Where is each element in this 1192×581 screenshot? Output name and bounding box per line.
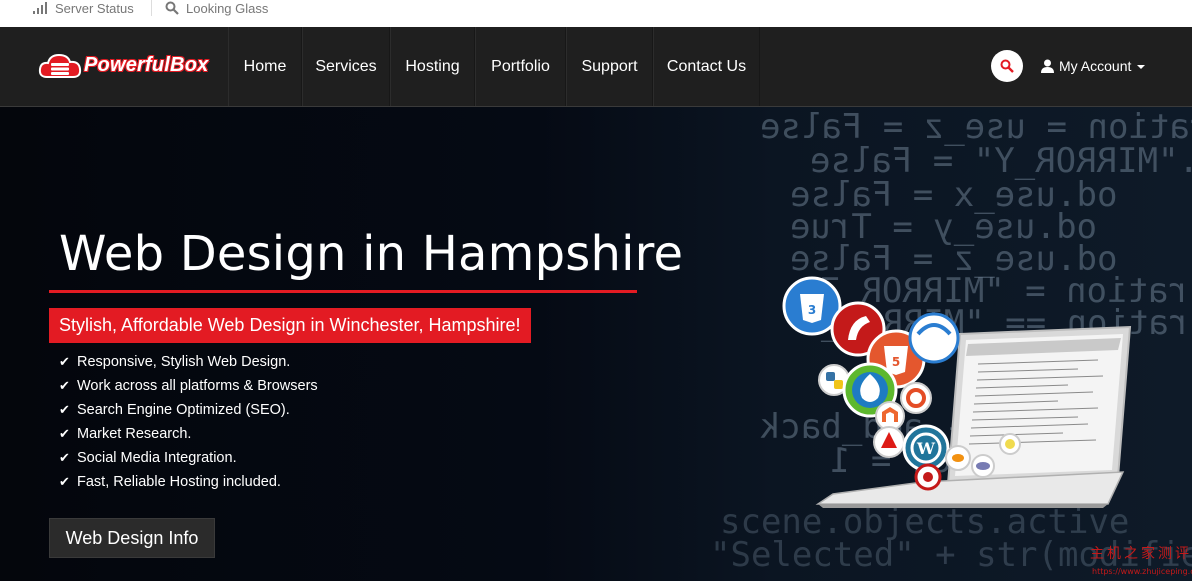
web-design-info-button[interactable]: Web Design Info — [49, 518, 215, 558]
my-account-dropdown[interactable]: My Account — [1041, 56, 1146, 76]
svg-text:5: 5 — [892, 355, 900, 369]
list-item: ✔ Responsive, Stylish Web Design. — [59, 354, 291, 370]
magento-badge-icon — [875, 401, 905, 431]
php-badge-icon — [971, 454, 995, 478]
nav-item-contact-us[interactable]: Contact Us — [653, 27, 760, 106]
hero-banner: ration = use_z = False r."MIRROR_Y" = Fa… — [0, 107, 1192, 581]
server-status-label: Server Status — [55, 0, 134, 16]
brand-name: PowerfulBox — [84, 53, 209, 76]
hero-tagline: Stylish, Affordable Web Design in Winche… — [49, 308, 531, 343]
nav-item-hosting[interactable]: Hosting — [390, 27, 475, 106]
list-item: ✔ Work across all platforms & Browsers — [59, 378, 318, 394]
joomla-badge-icon — [900, 382, 932, 414]
list-item: ✔ Market Research. — [59, 426, 192, 442]
search-icon — [1000, 59, 1014, 73]
primary-nav: Home Services Hosting Portfolio Support … — [228, 27, 760, 106]
check-icon: ✔ — [59, 354, 70, 369]
search-icon — [165, 1, 179, 15]
looking-glass-link[interactable]: Looking Glass — [165, 0, 268, 16]
js-badge-icon — [999, 433, 1021, 455]
check-icon: ✔ — [59, 450, 70, 465]
nav-item-portfolio[interactable]: Portfolio — [475, 27, 566, 106]
sql-badge-icon — [945, 445, 971, 471]
list-item: ✔ Fast, Reliable Hosting included. — [59, 474, 281, 490]
caret-down-icon — [1137, 65, 1146, 69]
svg-text:W: W — [916, 439, 936, 458]
site-watermark: 主机之家测评 — [1090, 546, 1192, 562]
list-item: ✔ Search Engine Optimized (SEO). — [59, 402, 290, 418]
server-status-link[interactable]: Server Status — [33, 0, 134, 16]
angular-badge-icon — [873, 426, 905, 458]
check-icon: ✔ — [59, 378, 70, 393]
top-utility-bar: Server Status Looking Glass — [0, 0, 1192, 27]
cloud-server-icon — [38, 53, 82, 78]
brand-logo[interactable]: PowerfulBox — [38, 48, 208, 82]
site-watermark-url: https://www.zhujiceping.com — [1092, 567, 1192, 576]
wordpress-badge-icon: W — [902, 424, 950, 472]
looking-glass-label: Looking Glass — [186, 0, 269, 16]
hero-title: Web Design in Hampshire — [59, 226, 684, 282]
dotnet-badge-icon — [908, 312, 960, 364]
check-icon: ✔ — [59, 402, 70, 417]
check-icon: ✔ — [59, 474, 70, 489]
nav-item-home[interactable]: Home — [228, 27, 302, 106]
laptop-tech-illustration: 3 5 W — [782, 276, 1132, 508]
my-account-label: My Account — [1059, 58, 1132, 74]
topbar-divider — [151, 0, 152, 16]
main-navbar: PowerfulBox Home Services Hosting Portfo… — [0, 27, 1192, 107]
svg-text:3: 3 — [808, 303, 816, 317]
signal-bars-icon — [33, 2, 47, 14]
nav-item-support[interactable]: Support — [566, 27, 653, 106]
check-icon: ✔ — [59, 426, 70, 441]
feature-list: ✔ Responsive, Stylish Web Design. ✔ Work a… — [59, 350, 318, 494]
search-button[interactable] — [991, 50, 1023, 82]
list-item: ✔ Social Media Integration. — [59, 450, 237, 466]
nav-item-services[interactable]: Services — [302, 27, 390, 106]
user-icon — [1041, 59, 1054, 73]
title-underline — [49, 290, 637, 293]
opencart-badge-icon — [914, 463, 942, 491]
